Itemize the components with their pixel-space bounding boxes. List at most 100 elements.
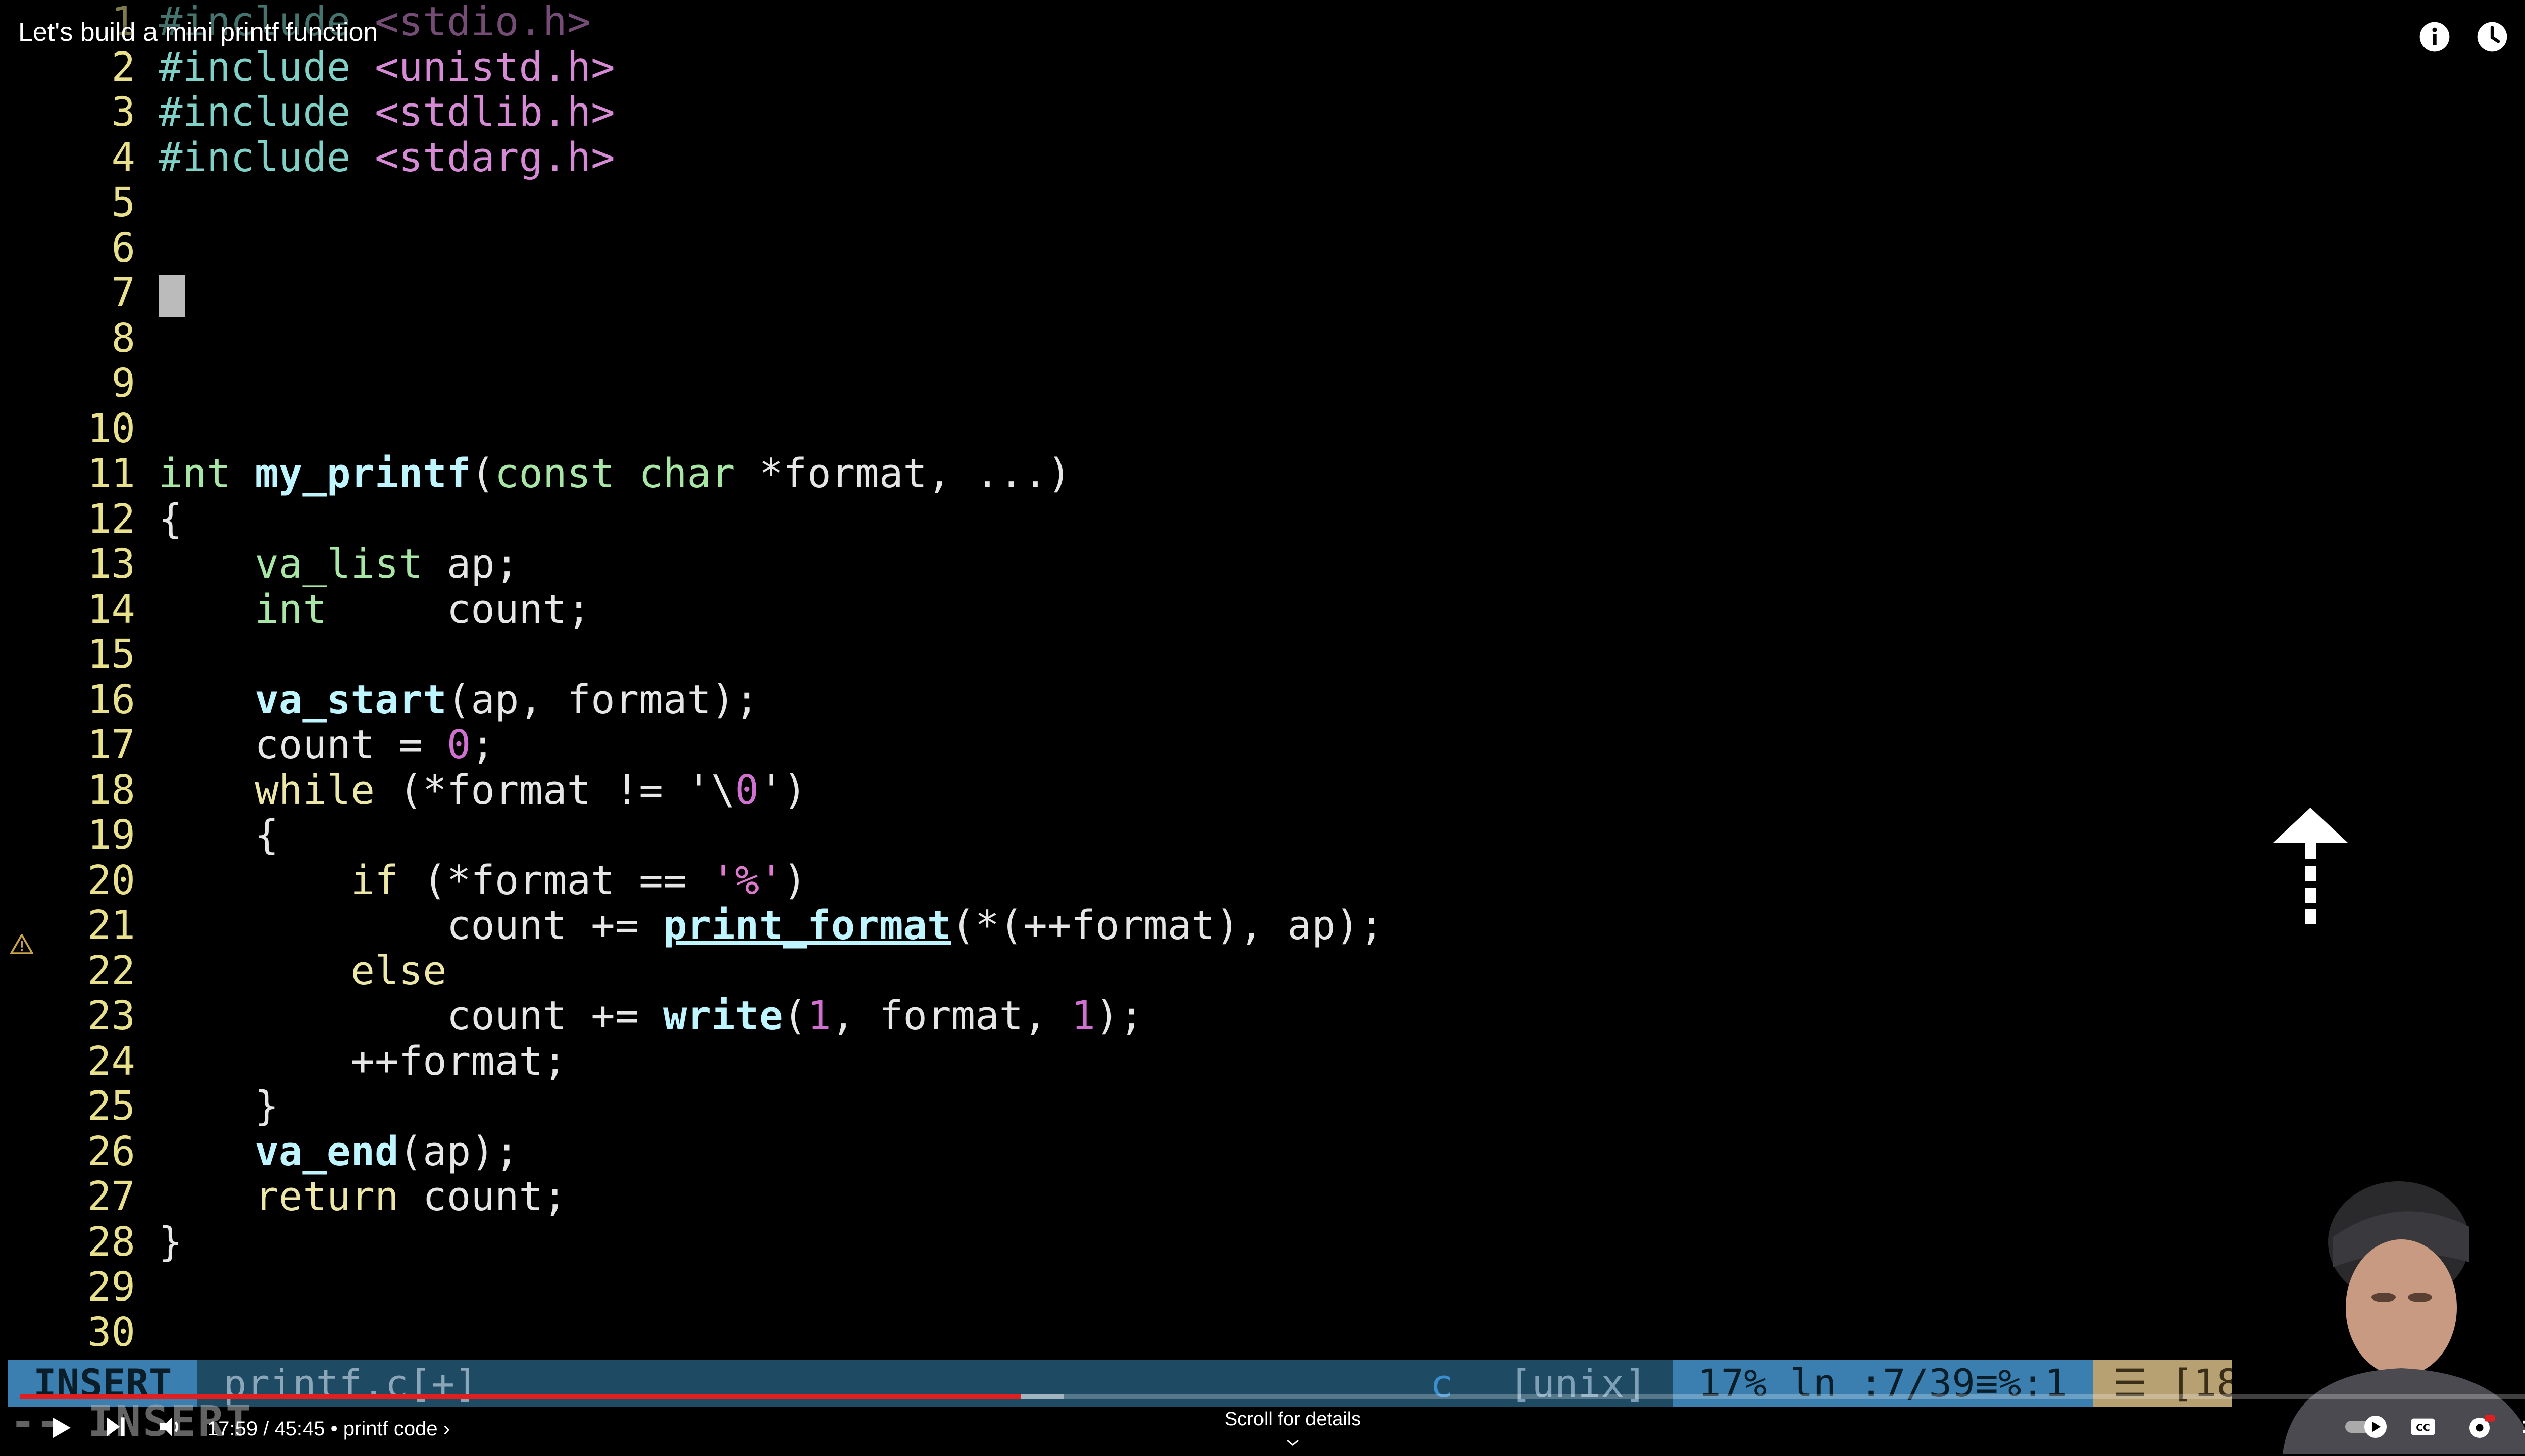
code-line[interactable]: 1 #include <stdio.h> [0, 0, 2525, 44]
line-number: 9 [111, 360, 135, 406]
autoplay-toggle[interactable] [2343, 1413, 2392, 1441]
line-number: 2 [111, 43, 135, 90]
code-text[interactable]: count = 0; [159, 722, 495, 767]
code-text[interactable]: #include <stdarg.h> [159, 135, 615, 180]
code-editor[interactable]: 1 #include <stdio.h> 2 #include <unistd.h> 3… [0, 0, 2525, 1358]
code-line[interactable]: 3 #include <stdlib.h> [0, 89, 2525, 135]
line-number: 22 [87, 947, 135, 994]
code-line[interactable]: 4 #include <stdarg.h> [0, 135, 2525, 180]
line-number: 21 [87, 902, 135, 949]
code-text[interactable]: va_end(ap); [159, 1129, 519, 1174]
code-text[interactable]: int my_printf(const char *format, ...) [159, 451, 1071, 496]
line-number: 30 [87, 1309, 135, 1356]
code-line[interactable]: 8 [0, 316, 2525, 361]
top-right-controls [2417, 19, 2525, 55]
code-text[interactable]: } [159, 1083, 279, 1129]
code-text[interactable]: count += print_format(*(++format), ap); [159, 903, 1384, 948]
code-text[interactable]: count += write(1, format, 1); [159, 993, 1143, 1038]
code-text[interactable]: #include <unistd.h> [159, 44, 615, 90]
code-line[interactable]: 6 [0, 225, 2525, 271]
code-line[interactable]: 13 va_list ap; [0, 541, 2525, 587]
code-line[interactable]: 19 { [0, 812, 2525, 858]
exit-fullscreen-icon[interactable] [2520, 1413, 2525, 1441]
scroll-up-arrow-icon [2272, 808, 2348, 936]
video-progress-bar[interactable] [20, 1394, 2525, 1399]
code-line[interactable]: 29 [0, 1264, 2525, 1310]
line-number: 15 [87, 631, 135, 678]
code-text[interactable]: #include <stdlib.h> [159, 89, 615, 135]
vim-statusline: INSERT printf.c[+] c [unix] 17% ln :7/39… [8, 1360, 2525, 1407]
cursor-position: 17% ln :7/39≡%:1 [1672, 1360, 2093, 1407]
code-line[interactable]: 15 [0, 632, 2525, 677]
code-line[interactable]: 24 ++format; [0, 1038, 2525, 1084]
scroll-hint-label: Scroll for details [1224, 1409, 1361, 1430]
watch-later-icon[interactable] [2474, 19, 2510, 55]
code-text[interactable]: } [159, 1219, 183, 1265]
settings-icon[interactable] [2464, 1413, 2495, 1443]
svg-text:CC: CC [2416, 1423, 2430, 1433]
code-text[interactable]: int count; [159, 587, 591, 632]
code-text[interactable] [159, 270, 185, 317]
line-number: 20 [87, 857, 135, 904]
code-line[interactable]: 25 } [0, 1083, 2525, 1129]
line-number: 13 [87, 541, 135, 587]
line-number: 19 [87, 812, 135, 858]
info-icon[interactable] [2417, 19, 2452, 55]
code-line[interactable]: 9 [0, 360, 2525, 406]
code-text[interactable]: { [159, 496, 183, 542]
chevron-down-icon [0, 1430, 2525, 1452]
line-number: 25 [87, 1083, 135, 1129]
code-line[interactable]: 5 [0, 180, 2525, 225]
code-line[interactable]: 28} [0, 1219, 2525, 1265]
line-number: 14 [87, 586, 135, 633]
line-number: 29 [87, 1264, 135, 1310]
line-number: 10 [87, 405, 135, 452]
code-line[interactable]: 22 else [0, 948, 2525, 994]
captions-icon[interactable]: CC [2409, 1413, 2437, 1441]
code-line[interactable]: 23 count += write(1, format, 1); [0, 993, 2525, 1038]
text-cursor [159, 275, 185, 317]
line-number: 23 [87, 993, 135, 1039]
code-text[interactable]: else [159, 948, 447, 994]
code-line[interactable]: 17 count = 0; [0, 722, 2525, 767]
code-line[interactable]: 30 [0, 1310, 2525, 1355]
line-number: 4 [111, 134, 135, 181]
code-line[interactable]: 7 [0, 270, 2525, 317]
progress-buffered [1020, 1394, 1064, 1399]
video-title: Let's build a mini printf function [18, 18, 378, 47]
code-line[interactable]: 21 count += print_format(*(++format), ap… [0, 902, 2525, 954]
line-number: 3 [111, 89, 135, 135]
code-text[interactable]: ++format; [159, 1038, 567, 1084]
line-number: 6 [111, 224, 135, 271]
code-line[interactable]: 20 if (*format == '%') [0, 858, 2525, 903]
progress-played [20, 1394, 1021, 1399]
code-text[interactable]: va_start(ap, format); [159, 677, 759, 722]
code-line[interactable]: 10 [0, 406, 2525, 451]
line-number: 28 [87, 1218, 135, 1265]
line-number: 27 [87, 1173, 135, 1220]
line-number: 16 [87, 676, 135, 723]
code-text[interactable]: while (*format != '\0') [159, 767, 807, 813]
line-number: 11 [87, 450, 135, 497]
scroll-for-details[interactable]: Scroll for details [0, 1409, 2525, 1452]
code-text[interactable]: if (*format == '%') [159, 858, 807, 903]
code-line[interactable]: 11 int my_printf(const char *format, ...) [0, 451, 2525, 496]
code-line[interactable]: 12 { [0, 496, 2525, 542]
line-number: 7 [111, 270, 135, 316]
line-number: 5 [111, 179, 135, 226]
player-controls: 17:59 / 45:45 • printf code › Scroll for… [0, 1409, 2525, 1454]
code-line[interactable]: 14 int count; [0, 587, 2525, 632]
code-line[interactable]: 18 while (*format != '\0') [0, 767, 2525, 813]
code-text[interactable]: { [159, 812, 279, 858]
line-number: 18 [87, 766, 135, 813]
code-line[interactable]: 27 return count; [0, 1174, 2525, 1219]
code-line[interactable]: 16 va_start(ap, format); [0, 677, 2525, 722]
code-line[interactable]: 2 #include <unistd.h> [0, 44, 2525, 90]
code-text[interactable]: va_list ap; [159, 541, 519, 587]
line-number: 17 [87, 721, 135, 768]
line-number: 24 [87, 1037, 135, 1084]
line-number: 12 [87, 495, 135, 542]
code-line[interactable]: 26 va_end(ap); [0, 1129, 2525, 1174]
line-number: 8 [111, 315, 135, 361]
code-text[interactable]: return count; [159, 1174, 567, 1219]
